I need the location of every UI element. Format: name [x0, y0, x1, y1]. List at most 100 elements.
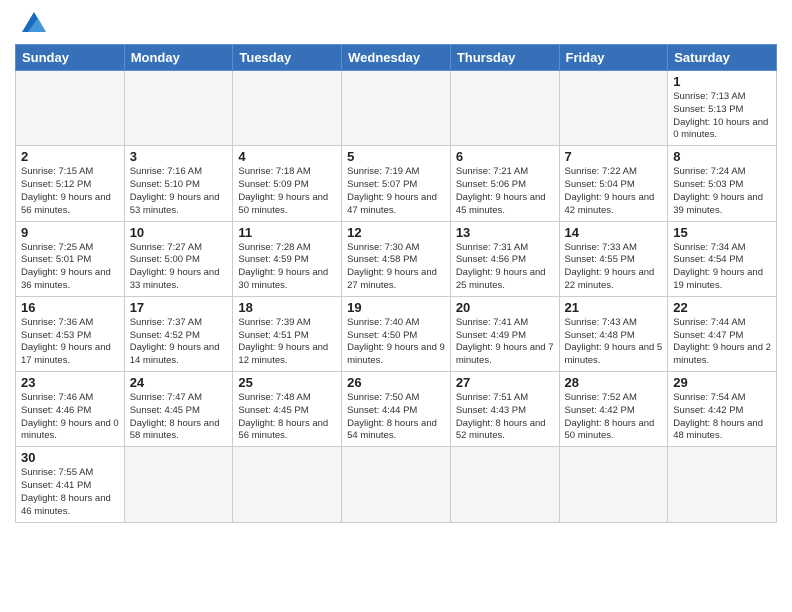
calendar-cell: 20 Sunrise: 7:41 AMSunset: 4:49 PMDayligh… [450, 296, 559, 371]
day-info: Sunrise: 7:16 AMSunset: 5:10 PMDaylight:… [130, 166, 228, 217]
day-info: Sunrise: 7:31 AMSunset: 4:56 PMDaylight:… [456, 242, 554, 293]
day-info: Sunrise: 7:41 AMSunset: 4:49 PMDaylight:… [456, 317, 554, 368]
day-info: Sunrise: 7:25 AMSunset: 5:01 PMDaylight:… [21, 242, 119, 293]
calendar-cell [124, 71, 233, 146]
day-info: Sunrise: 7:19 AMSunset: 5:07 PMDaylight:… [347, 166, 445, 217]
day-number: 4 [238, 149, 336, 164]
day-info: Sunrise: 7:22 AMSunset: 5:04 PMDaylight:… [565, 166, 663, 217]
day-info: Sunrise: 7:43 AMSunset: 4:48 PMDaylight:… [565, 317, 663, 368]
calendar-cell: 23Sunrise: 7:46 AMSunset: 4:46 PMDayligh… [16, 372, 125, 447]
calendar-week-row: 1 Sunrise: 7:13 AMSunset: 5:13 PMDaylight… [16, 71, 777, 146]
day-number: 16 [21, 300, 119, 315]
day-number: 21 [565, 300, 663, 315]
calendar-cell [342, 71, 451, 146]
day-info: Sunrise: 7:39 AMSunset: 4:51 PMDaylight:… [238, 317, 336, 368]
day-info: Sunrise: 7:30 AMSunset: 4:58 PMDaylight:… [347, 242, 445, 293]
calendar-cell: 2 Sunrise: 7:15 AMSunset: 5:12 PMDaylight… [16, 146, 125, 221]
day-info: Sunrise: 7:52 AMSunset: 4:42 PMDaylight:… [565, 392, 663, 443]
calendar-cell [233, 447, 342, 522]
day-info: Sunrise: 7:24 AMSunset: 5:03 PMDaylight:… [673, 166, 771, 217]
day-info: Sunrise: 7:15 AMSunset: 5:12 PMDaylight:… [21, 166, 119, 217]
calendar-cell [559, 71, 668, 146]
calendar-cell: 24Sunrise: 7:47 AMSunset: 4:45 PMDayligh… [124, 372, 233, 447]
day-number: 29 [673, 375, 771, 390]
calendar-cell [124, 447, 233, 522]
day-number: 13 [456, 225, 554, 240]
calendar-cell: 9 Sunrise: 7:25 AMSunset: 5:01 PMDaylight… [16, 221, 125, 296]
calendar-cell: 30 Sunrise: 7:55 AMSunset: 4:41 PMDayligh… [16, 447, 125, 522]
day-number: 12 [347, 225, 445, 240]
calendar-cell: 4 Sunrise: 7:18 AMSunset: 5:09 PMDaylight… [233, 146, 342, 221]
day-info: Sunrise: 7:33 AMSunset: 4:55 PMDaylight:… [565, 242, 663, 293]
day-info: Sunrise: 7:46 AMSunset: 4:46 PMDaylight:… [21, 392, 119, 443]
day-number: 5 [347, 149, 445, 164]
calendar-cell: 1 Sunrise: 7:13 AMSunset: 5:13 PMDaylight… [668, 71, 777, 146]
calendar-cell: 17Sunrise: 7:37 AMSunset: 4:52 PMDayligh… [124, 296, 233, 371]
day-of-week-header: Wednesday [342, 45, 451, 71]
calendar-cell: 25 Sunrise: 7:48 AMSunset: 4:45 PMDayligh… [233, 372, 342, 447]
calendar-cell: 16 Sunrise: 7:36 AMSunset: 4:53 PMDayligh… [16, 296, 125, 371]
day-number: 2 [21, 149, 119, 164]
calendar-cell: 22 Sunrise: 7:44 AMSunset: 4:47 PMDayligh… [668, 296, 777, 371]
calendar-cell [668, 447, 777, 522]
logo-icon [18, 10, 50, 36]
calendar-week-row: 9 Sunrise: 7:25 AMSunset: 5:01 PMDaylight… [16, 221, 777, 296]
day-number: 27 [456, 375, 554, 390]
calendar-cell: 12 Sunrise: 7:30 AMSunset: 4:58 PMDayligh… [342, 221, 451, 296]
calendar-cell [233, 71, 342, 146]
day-info: Sunrise: 7:51 AMSunset: 4:43 PMDaylight:… [456, 392, 554, 443]
day-number: 28 [565, 375, 663, 390]
day-of-week-header: Tuesday [233, 45, 342, 71]
header [15, 10, 777, 36]
day-number: 6 [456, 149, 554, 164]
day-number: 1 [673, 74, 771, 89]
calendar-cell: 29Sunrise: 7:54 AMSunset: 4:42 PMDayligh… [668, 372, 777, 447]
calendar-cell: 15 Sunrise: 7:34 AMSunset: 4:54 PMDayligh… [668, 221, 777, 296]
day-number: 15 [673, 225, 771, 240]
calendar-cell [450, 71, 559, 146]
day-info: Sunrise: 7:34 AMSunset: 4:54 PMDaylight:… [673, 242, 771, 293]
day-number: 7 [565, 149, 663, 164]
day-number: 8 [673, 149, 771, 164]
day-number: 25 [238, 375, 336, 390]
calendar-week-row: 23Sunrise: 7:46 AMSunset: 4:46 PMDayligh… [16, 372, 777, 447]
day-info: Sunrise: 7:36 AMSunset: 4:53 PMDaylight:… [21, 317, 119, 368]
day-info: Sunrise: 7:13 AMSunset: 5:13 PMDaylight:… [673, 91, 771, 142]
day-number: 20 [456, 300, 554, 315]
calendar-cell: 18 Sunrise: 7:39 AMSunset: 4:51 PMDayligh… [233, 296, 342, 371]
day-info: Sunrise: 7:28 AMSunset: 4:59 PMDaylight:… [238, 242, 336, 293]
day-info: Sunrise: 7:27 AMSunset: 5:00 PMDaylight:… [130, 242, 228, 293]
day-number: 11 [238, 225, 336, 240]
calendar-week-row: 16 Sunrise: 7:36 AMSunset: 4:53 PMDayligh… [16, 296, 777, 371]
calendar-cell: 8 Sunrise: 7:24 AMSunset: 5:03 PMDaylight… [668, 146, 777, 221]
day-of-week-header: Saturday [668, 45, 777, 71]
calendar-week-row: 2 Sunrise: 7:15 AMSunset: 5:12 PMDaylight… [16, 146, 777, 221]
calendar-cell: 3Sunrise: 7:16 AMSunset: 5:10 PMDaylight… [124, 146, 233, 221]
calendar-cell: 11 Sunrise: 7:28 AMSunset: 4:59 PMDayligh… [233, 221, 342, 296]
day-number: 9 [21, 225, 119, 240]
day-of-week-header: Sunday [16, 45, 125, 71]
day-info: Sunrise: 7:55 AMSunset: 4:41 PMDaylight:… [21, 467, 119, 518]
day-of-week-header: Thursday [450, 45, 559, 71]
day-number: 18 [238, 300, 336, 315]
calendar-week-row: 30 Sunrise: 7:55 AMSunset: 4:41 PMDayligh… [16, 447, 777, 522]
day-number: 19 [347, 300, 445, 315]
day-number: 30 [21, 450, 119, 465]
day-info: Sunrise: 7:18 AMSunset: 5:09 PMDaylight:… [238, 166, 336, 217]
day-of-week-header: Monday [124, 45, 233, 71]
calendar-cell: 6 Sunrise: 7:21 AMSunset: 5:06 PMDaylight… [450, 146, 559, 221]
calendar-cell [342, 447, 451, 522]
day-number: 24 [130, 375, 228, 390]
day-number: 22 [673, 300, 771, 315]
day-info: Sunrise: 7:21 AMSunset: 5:06 PMDaylight:… [456, 166, 554, 217]
calendar-cell: 28 Sunrise: 7:52 AMSunset: 4:42 PMDayligh… [559, 372, 668, 447]
day-info: Sunrise: 7:44 AMSunset: 4:47 PMDaylight:… [673, 317, 771, 368]
calendar-cell: 10Sunrise: 7:27 AMSunset: 5:00 PMDayligh… [124, 221, 233, 296]
day-info: Sunrise: 7:48 AMSunset: 4:45 PMDaylight:… [238, 392, 336, 443]
day-number: 14 [565, 225, 663, 240]
day-info: Sunrise: 7:40 AMSunset: 4:50 PMDaylight:… [347, 317, 445, 368]
calendar-cell: 26Sunrise: 7:50 AMSunset: 4:44 PMDayligh… [342, 372, 451, 447]
calendar-table: SundayMondayTuesdayWednesdayThursdayFrid… [15, 44, 777, 523]
calendar-cell [559, 447, 668, 522]
calendar-cell [16, 71, 125, 146]
